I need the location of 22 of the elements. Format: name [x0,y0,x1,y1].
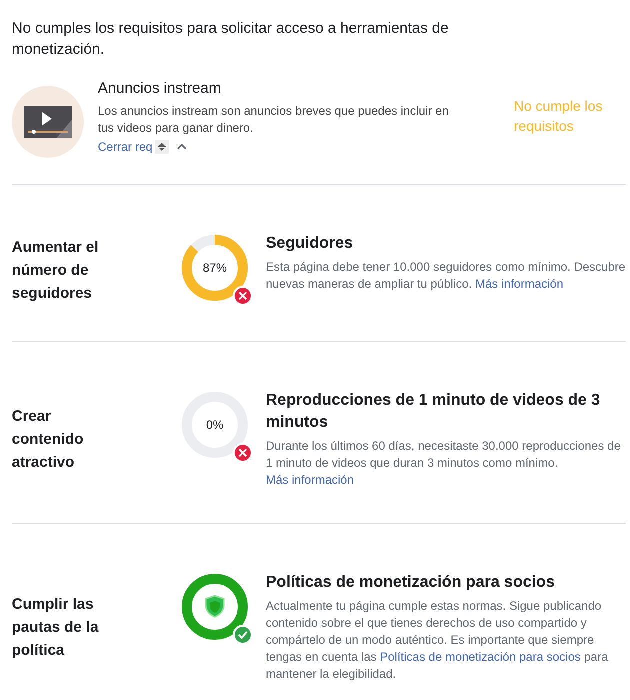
goal-label: Crear contenido atractivo [12,407,85,473]
progress-percent: 0% [206,418,224,432]
requirement-title: Reproducciones de 1 minuto de videos de 3 minutos [266,391,602,433]
tool-title: Anuncios instream [98,80,222,97]
stepper-icon [154,140,169,154]
shield-icon [205,595,225,618]
requirement-description: Actualmente tu página cumple estas normas. Sigue publicando contenido sobre el que tienes derechos de uso compartido y compártelo de un modo auténtico. Es importante que siempre tengas en cuenta las Políticas de monetización para socios para mantener la elegibilidad. [266,598,610,683]
requirement-description: Esta página debe tener 10.000 seguidores como mínimo. Descubre nuevas maneras de ampliar tu público. Más información [266,259,626,293]
more-info-link[interactable]: Políticas de monetización para socios [380,650,581,664]
more-info-link[interactable]: Más información [475,277,564,291]
goal-label: Aumentar el número de seguidores [12,238,100,304]
collapse-link[interactable]: Cerrar req [98,140,153,154]
requirement-description: Durante los últimos 60 días, necesitaste 30.000 reproducciones de 1 minuto de videos que duran 3 minutos como mínimo. Más información [266,438,622,489]
requirement-title: Políticas de monetización para socios [266,573,556,593]
video-icon [12,86,84,158]
status-text: No cumple los requisitos [514,97,604,136]
tool-description: Los anuncios instream son anuncios breves que puedes incluir en tus videos para ganar dinero. [98,103,450,137]
progress-percent: 87% [202,261,228,275]
more-info-link[interactable]: Más información [266,473,354,487]
requirement-title: Seguidores [266,234,354,254]
goal-label: Cumplir las pautas de la política [12,595,100,661]
notice-text: No cumples los requisitos para solicitar acceso a herramientas de monetización. [12,19,450,60]
